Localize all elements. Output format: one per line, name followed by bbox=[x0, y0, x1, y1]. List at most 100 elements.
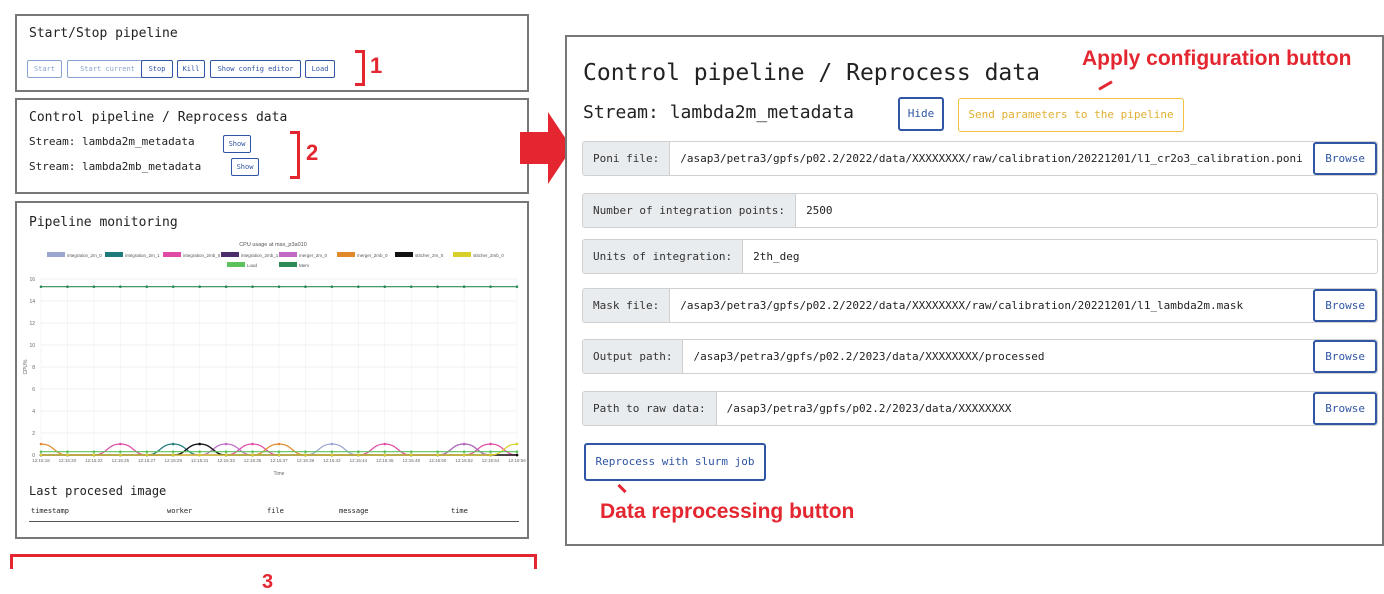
point-merger_2mb_0-0 bbox=[39, 442, 43, 446]
mask-browse-button[interactable]: Browse bbox=[1313, 289, 1377, 322]
point-Load-8 bbox=[251, 450, 254, 453]
show-stream-1-button[interactable]: Show bbox=[223, 135, 251, 153]
cpu-usage-chart: CPU usage at max_p3a010 integration_2m_0 i… bbox=[23, 242, 526, 477]
monitoring-title: Pipeline monitoring bbox=[29, 215, 178, 230]
monitoring-panel: Pipeline monitoring CPU usage at max_p3a… bbox=[15, 201, 529, 539]
mask-file-value[interactable]: /asap3/petra3/gpfs/p02.2/2022/data/XXXXX… bbox=[670, 299, 1313, 312]
col-timestamp: timestamp bbox=[31, 507, 69, 515]
point-integration_2mb_0-17 bbox=[489, 442, 492, 446]
point-Mem-6 bbox=[198, 285, 201, 288]
col-time: time bbox=[451, 507, 468, 515]
x-tick-7: 12:15:33 bbox=[217, 458, 235, 463]
units-label: Units of integration: bbox=[583, 240, 744, 273]
output-path-row: Output path: /asap3/petra3/gpfs/p02.2/20… bbox=[582, 339, 1378, 374]
x-tick-16: 12:15:52 bbox=[455, 458, 473, 463]
legend-label-stitcher_2mb_0: stitcher_2mb_0 bbox=[473, 253, 504, 258]
legend-label-Mem: Mem bbox=[299, 263, 309, 268]
raw-data-value[interactable]: /asap3/petra3/gpfs/p02.2/2023/data/XXXXX… bbox=[717, 402, 1314, 415]
point-stitcher_2mb_0-0 bbox=[39, 453, 43, 457]
legend-swatch-integration_2mb_0 bbox=[163, 252, 181, 257]
point-integration_2m_1-5 bbox=[171, 442, 175, 446]
stream-label-1: Stream: lambda2m_metadata bbox=[29, 135, 195, 148]
col-worker: worker bbox=[167, 507, 193, 515]
legend-swatch-merger_2m_0 bbox=[279, 252, 297, 257]
x-tick-14: 12:15:48 bbox=[402, 458, 420, 463]
start-button[interactable]: Start bbox=[27, 60, 62, 78]
point-integration_2m_0-11 bbox=[330, 442, 334, 446]
x-tick-6: 12:15:31 bbox=[191, 458, 209, 463]
legend-swatch-integration_2mb_1 bbox=[221, 252, 239, 257]
poni-browse-button[interactable]: Browse bbox=[1313, 142, 1377, 175]
point-Mem-5 bbox=[171, 285, 175, 288]
last-processed-title: Last procesed image bbox=[29, 484, 167, 498]
point-Mem-7 bbox=[224, 285, 228, 288]
point-stitcher_2mb_0-9 bbox=[277, 453, 281, 457]
raw-data-label: Path to raw data: bbox=[583, 392, 717, 425]
point-stitcher_2m_0-6 bbox=[198, 442, 201, 446]
hide-button[interactable]: Hide bbox=[898, 97, 944, 131]
y-tick-8: 8 bbox=[32, 365, 35, 371]
point-Load-16 bbox=[462, 450, 466, 453]
point-stitcher_2m_0-18 bbox=[515, 453, 519, 457]
load-button[interactable]: Load bbox=[305, 60, 335, 78]
point-Mem-2 bbox=[92, 285, 96, 288]
x-tick-15: 12:15:50 bbox=[429, 458, 447, 463]
table-divider bbox=[29, 521, 519, 522]
show-stream-2-button[interactable]: Show bbox=[231, 158, 259, 176]
integration-points-label: Number of integration points: bbox=[583, 194, 797, 227]
point-Mem-1 bbox=[66, 285, 69, 288]
point-stitcher_2mb_0-16 bbox=[462, 453, 466, 457]
point-stitcher_2mb_0-6 bbox=[198, 453, 201, 457]
y-tick-10: 10 bbox=[29, 343, 35, 349]
point-Mem-4 bbox=[145, 285, 149, 288]
x-tick-0: 12:15:18 bbox=[32, 458, 50, 463]
point-Load-18 bbox=[515, 450, 519, 453]
x-tick-2: 12:15:22 bbox=[85, 458, 103, 463]
point-Mem-3 bbox=[119, 285, 122, 288]
start-stop-panel: Start/Stop pipeline Start Start current … bbox=[15, 14, 529, 92]
raw-browse-button[interactable]: Browse bbox=[1313, 392, 1377, 425]
legend-label-integration_2mb_1: integration_2mb_1 bbox=[241, 253, 279, 258]
x-tick-18: 12:15:56 bbox=[508, 458, 526, 463]
point-Mem-18 bbox=[515, 285, 519, 288]
x-tick-12: 12:15:44 bbox=[350, 458, 368, 463]
chart-title: CPU usage at max_p3a010 bbox=[239, 242, 307, 248]
raw-data-row: Path to raw data: /asap3/petra3/gpfs/p02… bbox=[582, 391, 1378, 426]
point-stitcher_2mb_0-15 bbox=[436, 453, 439, 457]
kill-button[interactable]: Kill bbox=[177, 60, 205, 78]
show-config-editor-button[interactable]: Show config editor bbox=[210, 60, 301, 78]
bracket-2 bbox=[290, 131, 300, 179]
point-merger_2mb_0-9 bbox=[277, 442, 281, 446]
legend-label-integration_2m_1: integration_2m_1 bbox=[125, 253, 160, 258]
poni-file-value[interactable]: /asap3/petra3/gpfs/p02.2/2022/data/XXXXX… bbox=[670, 152, 1313, 165]
y-tick-4: 4 bbox=[32, 409, 35, 415]
point-integration_2mb_0-13 bbox=[383, 442, 387, 446]
x-axis-label: Time bbox=[274, 471, 285, 477]
units-value[interactable]: 2th_deg bbox=[743, 250, 1377, 263]
point-Load-12 bbox=[357, 450, 360, 453]
output-path-value[interactable]: /asap3/petra3/gpfs/p02.2/2023/data/XXXXX… bbox=[683, 350, 1313, 363]
send-parameters-button[interactable]: Send parameters to the pipeline bbox=[958, 98, 1184, 132]
point-Mem-11 bbox=[330, 285, 334, 288]
point-stitcher_2mb_0-7 bbox=[224, 453, 228, 457]
integration-points-value[interactable]: 2500 bbox=[796, 204, 1377, 217]
stop-button[interactable]: Stop bbox=[141, 60, 173, 78]
point-integration_2mb_0-3 bbox=[119, 442, 122, 446]
point-integration_2mb_0-8 bbox=[251, 442, 254, 446]
start-stop-title: Start/Stop pipeline bbox=[29, 26, 178, 41]
legend-label-integration_2m_0: integration_2m_0 bbox=[67, 253, 102, 258]
point-Load-10 bbox=[304, 450, 307, 453]
point-Mem-8 bbox=[251, 285, 254, 288]
output-browse-button[interactable]: Browse bbox=[1313, 340, 1377, 373]
start-current-button[interactable]: Start current bbox=[67, 60, 148, 78]
point-Mem-16 bbox=[462, 285, 466, 288]
y-tick-2: 2 bbox=[32, 431, 35, 437]
legend-swatch-integration_2m_0 bbox=[47, 252, 65, 257]
point-stitcher_2mb_0-18 bbox=[515, 442, 519, 446]
x-tick-10: 12:15:39 bbox=[297, 458, 315, 463]
y-tick-6: 6 bbox=[32, 387, 35, 393]
reprocess-slurm-button[interactable]: Reprocess with slurm job bbox=[584, 443, 766, 481]
annotation-apply: Apply configuration button bbox=[1082, 47, 1352, 70]
point-Mem-12 bbox=[357, 285, 360, 288]
point-merger_2m_0-16 bbox=[462, 442, 466, 446]
